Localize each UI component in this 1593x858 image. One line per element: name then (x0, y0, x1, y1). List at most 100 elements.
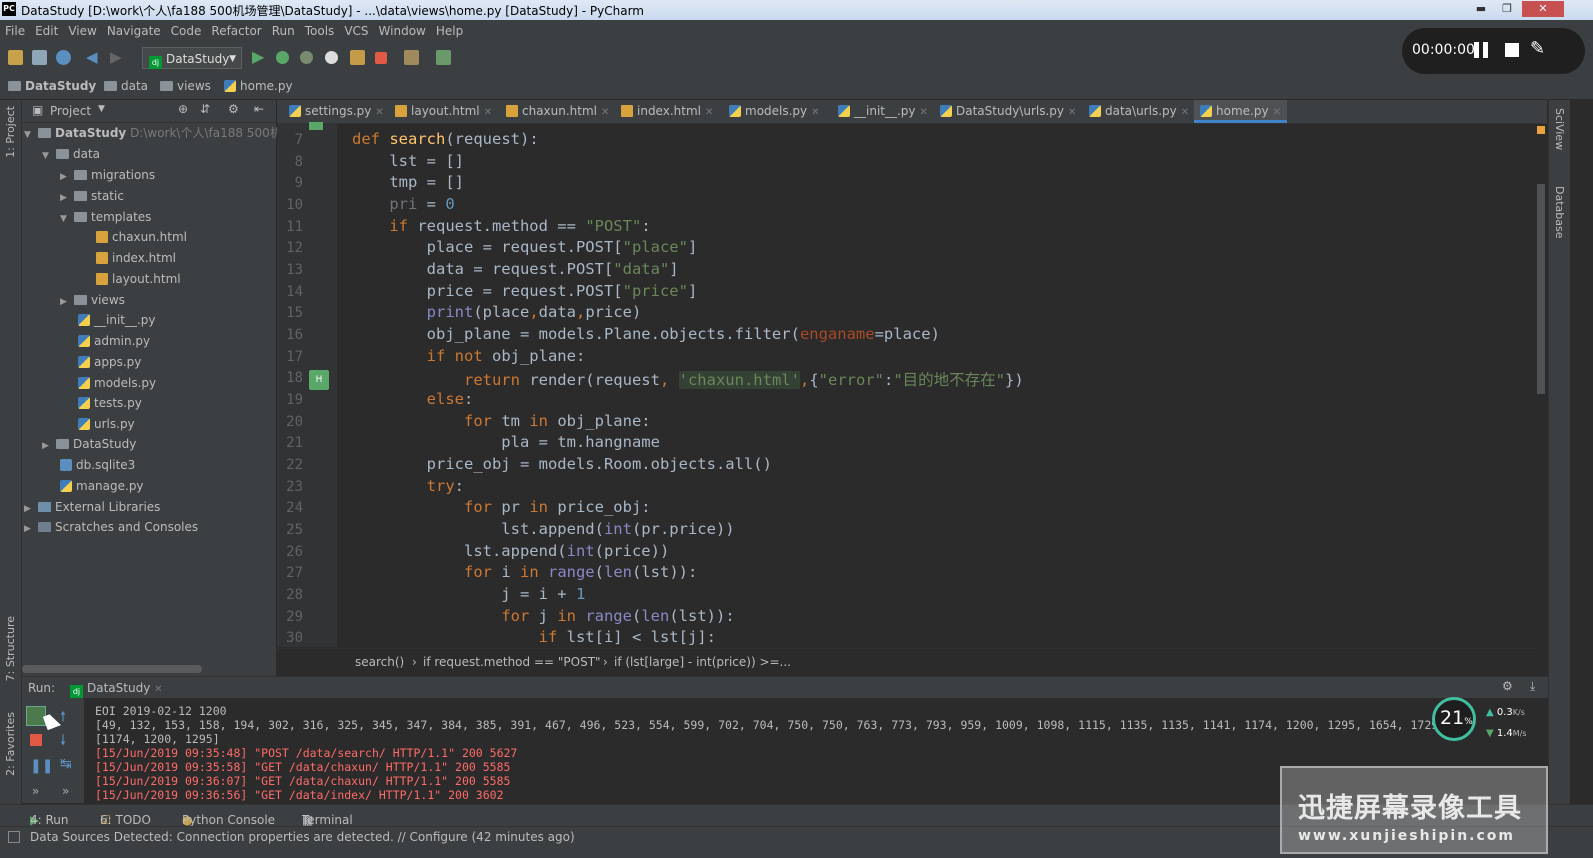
forward-icon[interactable]: ▶ (110, 48, 125, 66)
tree-item-init-py[interactable]: __init__.py (78, 310, 156, 330)
menu-refactor[interactable]: Refactor (206, 20, 266, 40)
line-number: 16 (286, 327, 303, 343)
menu-help[interactable]: Help (431, 20, 468, 40)
structure-tool-button[interactable]: 7: Structure (4, 616, 17, 681)
tree-item-datastudy[interactable]: ▶ DataStudy (42, 434, 136, 454)
back-icon[interactable]: ◀ (86, 48, 101, 66)
tree-item-apps-py[interactable]: apps.py (78, 352, 141, 372)
error-stripe[interactable] (1535, 124, 1547, 647)
sync-icon[interactable] (56, 50, 71, 65)
hide-panel-icon[interactable]: ⤓ (1530, 679, 1535, 694)
run-configuration-select[interactable]: dj DataStudy ▼ (142, 47, 242, 69)
favorites-tool-button[interactable]: 2: Favorites (4, 712, 17, 776)
pause-output-icon[interactable]: ❚❚ (30, 758, 53, 774)
stop-icon[interactable] (375, 52, 387, 64)
status-message[interactable]: Data Sources Detected: Connection proper… (30, 830, 575, 844)
tree-item-chaxun-html[interactable]: chaxun.html (96, 227, 187, 247)
tree-item-scratches[interactable]: ▶ Scratches and Consoles (24, 517, 198, 537)
sciview-tool-button[interactable]: SciView (1553, 108, 1566, 150)
project-tool-button[interactable]: 1: Project (4, 106, 17, 158)
tool-windows-toggle-icon[interactable] (8, 831, 20, 843)
project-panel-header: ▣ Project ▼ ⊕ ⇵ ⚙ ⇤ (22, 100, 276, 123)
settings-wrench-icon[interactable] (404, 50, 419, 65)
chevron-down-icon[interactable]: ▼ (98, 104, 105, 114)
template-gutter-icon[interactable]: H (309, 370, 329, 390)
warning-indicator-icon[interactable] (1537, 126, 1545, 134)
menu-code[interactable]: Code (166, 20, 207, 40)
breadcrumb-item[interactable]: search() (355, 655, 404, 669)
gear-icon[interactable]: ⚙ (1502, 679, 1513, 693)
hide-panel-icon[interactable]: ⇤ (254, 102, 264, 116)
nav-crumb-data[interactable]: data (104, 79, 148, 93)
nav-crumb-views[interactable]: views (160, 79, 211, 93)
project-structure-icon[interactable] (436, 50, 451, 65)
open-folder-icon[interactable] (8, 50, 23, 65)
minimize-button[interactable]: ▬ (1469, 1, 1493, 17)
tab-datastudy-urls-py[interactable]: DataStudy\urls.py ✕ (934, 100, 1082, 123)
more-actions-icon[interactable]: » (62, 784, 69, 798)
menu-navigate[interactable]: Navigate (102, 20, 166, 40)
coverage-icon[interactable] (300, 51, 313, 64)
pen-icon[interactable]: ✎ (1530, 38, 1545, 59)
tree-item-external-libraries[interactable]: ▶ External Libraries (24, 497, 160, 517)
scroll-from-source-icon[interactable]: ⊕ (178, 102, 188, 116)
horizontal-scrollbar[interactable] (22, 665, 202, 673)
tree-item-layout-html[interactable]: layout.html (96, 269, 181, 289)
tab-chaxun-html[interactable]: chaxun.html ✕ (500, 100, 615, 123)
code-line: for tm in obj_plane: (463, 412, 651, 430)
menu-run[interactable]: Run (267, 20, 300, 40)
tree-item-db-sqlite3[interactable]: db.sqlite3 (60, 455, 135, 475)
maximize-button[interactable]: ❐ (1495, 1, 1519, 17)
tree-item-models-py[interactable]: models.py (78, 373, 156, 393)
template-gutter-icon[interactable] (309, 122, 323, 130)
menu-window[interactable]: Window (374, 20, 431, 40)
menu-vcs[interactable]: VCS (339, 20, 373, 40)
stop-recording-icon[interactable] (1505, 43, 1519, 57)
collapse-all-icon[interactable]: ⇵ (200, 102, 210, 116)
close-window-button[interactable]: ✕ (1522, 1, 1564, 17)
breadcrumb-item[interactable]: if request.method == "POST" (423, 655, 601, 669)
tab-models-py[interactable]: models.py ✕ (723, 100, 826, 123)
tree-item-admin-py[interactable]: admin.py (78, 331, 150, 351)
tab-data-urls-py[interactable]: data\urls.py ✕ (1083, 100, 1195, 123)
code-editor[interactable]: def search(request): lst = [] tmp = [] p… (337, 124, 1535, 647)
debug-icon[interactable] (276, 51, 289, 64)
tab-index-html[interactable]: index.html ✕ (615, 100, 719, 123)
menu-view[interactable]: View (63, 20, 101, 40)
pause-icon[interactable] (1474, 42, 1488, 58)
tab-layout-html[interactable]: layout.html ✕ (389, 100, 498, 123)
nav-crumb-project[interactable]: DataStudy (8, 79, 96, 93)
run-config-tab[interactable]: dj DataStudy ✕ (70, 681, 163, 698)
save-icon[interactable] (32, 50, 47, 65)
menu-edit[interactable]: Edit (30, 20, 63, 40)
up-arrow-icon[interactable]: 🠕 (60, 706, 66, 730)
profile-icon[interactable] (325, 51, 338, 64)
tree-item-tests-py[interactable]: tests.py (78, 393, 142, 413)
tree-item-urls-py[interactable]: urls.py (78, 414, 135, 434)
tree-item-manage-py[interactable]: manage.py (60, 476, 144, 496)
breadcrumb-item[interactable]: if (lst[large] - int(price)) >=... (614, 655, 791, 669)
down-arrow-icon[interactable]: 🠗 (60, 730, 66, 754)
tree-item-templates[interactable]: ▼ templates (60, 207, 151, 227)
tree-item-views[interactable]: ▶ views (60, 290, 125, 310)
tab-settings-py[interactable]: settings.py ✕ (283, 100, 390, 123)
more-actions-icon[interactable]: » (32, 784, 39, 798)
tree-item-static[interactable]: ▶ static (60, 186, 124, 206)
tree-item-root[interactable]: ▼ DataStudy D:\work\个人\fa188 500机 (24, 123, 282, 143)
tab-home-py[interactable]: home.py ✕ (1194, 100, 1287, 123)
menu-file[interactable]: File (0, 20, 30, 40)
project-view-select[interactable]: Project (50, 104, 91, 118)
menu-tools[interactable]: Tools (300, 20, 340, 40)
soft-wrap-icon[interactable]: ↹ (60, 756, 72, 772)
run-icon[interactable]: ▶ (252, 47, 267, 66)
tab-init-py[interactable]: __init__.py ✕ (832, 100, 934, 123)
tree-item-migrations[interactable]: ▶ migrations (60, 165, 155, 185)
database-tool-button[interactable]: Database (1553, 186, 1566, 239)
vertical-scrollbar[interactable] (1537, 184, 1545, 394)
stop-icon[interactable] (30, 734, 42, 746)
concurrency-icon[interactable] (350, 50, 365, 65)
tree-item-index-html[interactable]: index.html (96, 248, 176, 268)
tree-item-data[interactable]: ▼ data (42, 144, 100, 164)
gear-icon[interactable]: ⚙ (228, 102, 239, 116)
nav-crumb-file[interactable]: home.py (224, 79, 293, 93)
